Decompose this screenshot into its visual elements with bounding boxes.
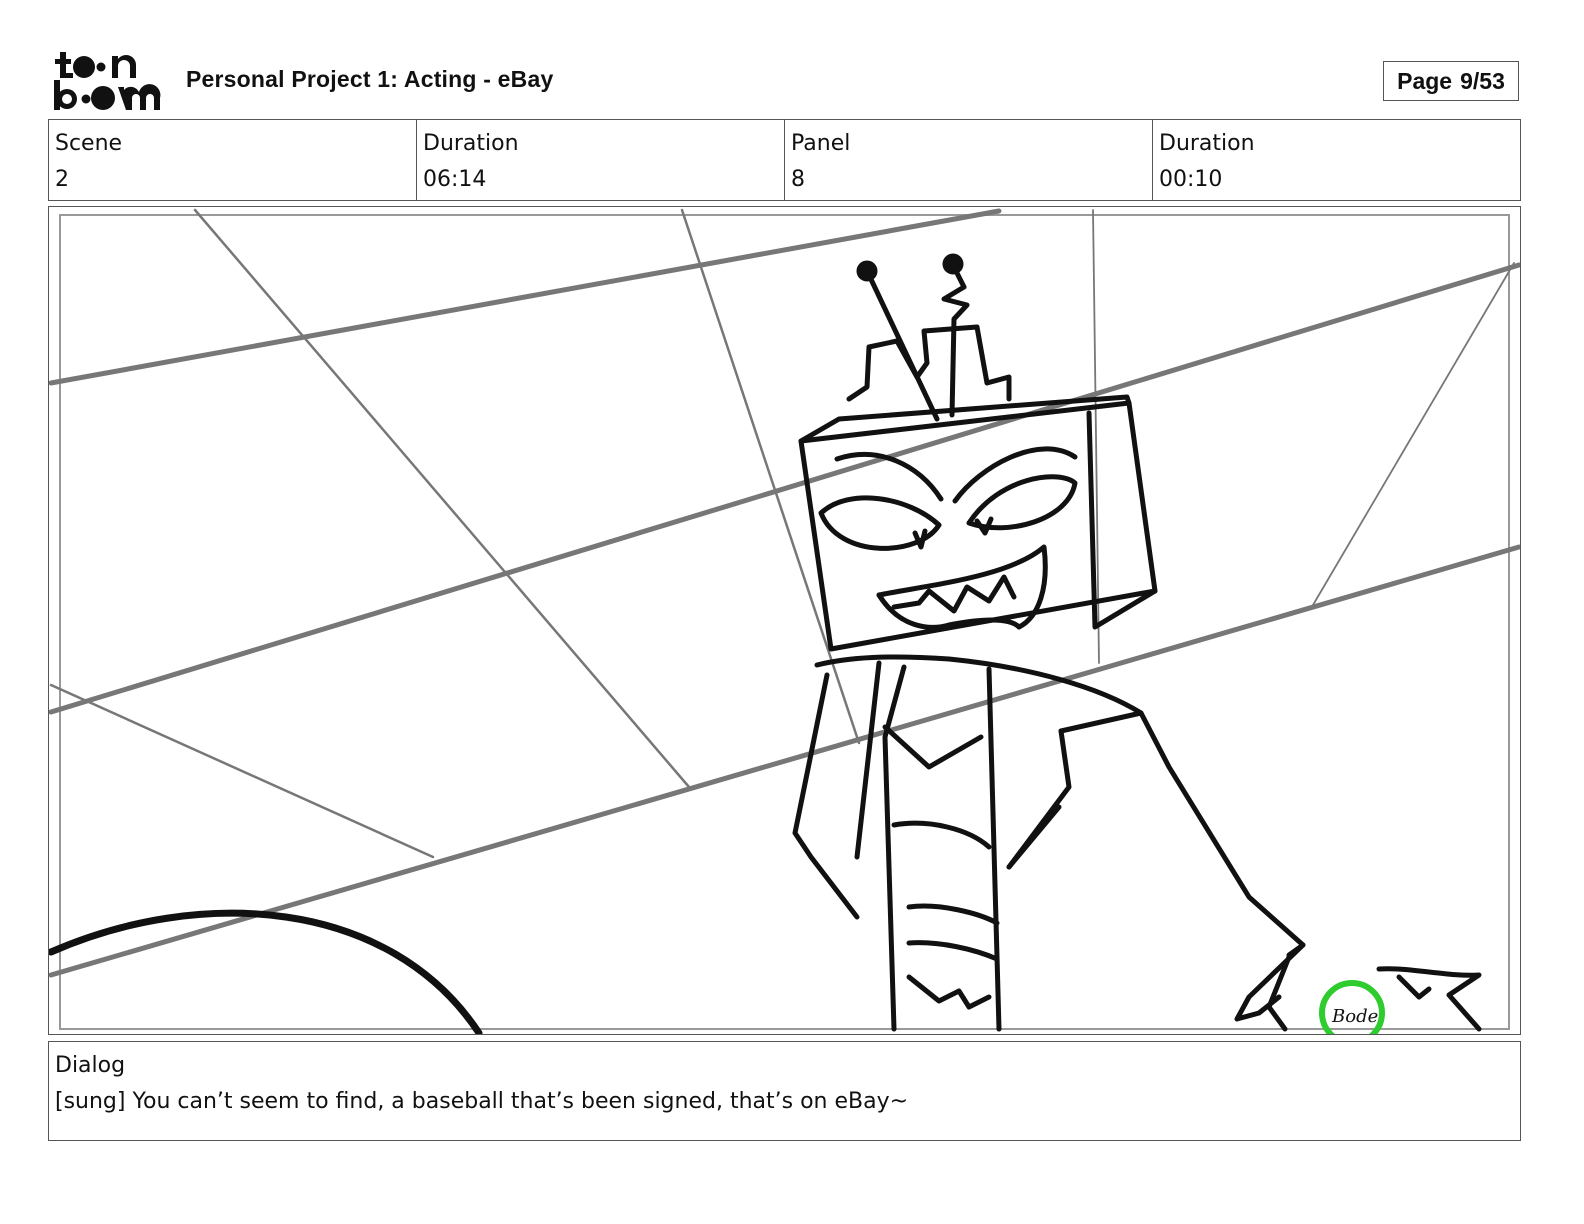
page-label: Page: [1397, 67, 1453, 94]
scene-duration-value: 06:14: [423, 167, 487, 192]
scene-cell: Scene 2: [49, 120, 417, 200]
storyboard-panel-image: Bode: [48, 206, 1521, 1035]
dialog-label: Dialog: [55, 1053, 126, 1078]
page-indicator: Page 9/53: [1383, 61, 1519, 101]
scene-duration-cell: Duration 06:14: [417, 120, 785, 200]
dialog-box: Dialog [sung] You can’t seem to find, a …: [48, 1041, 1521, 1141]
panel-label: Panel: [791, 131, 851, 156]
panel-duration-value: 00:10: [1159, 167, 1223, 192]
ceiling-grid: [49, 208, 1520, 978]
panel-info-table: Scene 2 Duration 06:14 Panel 8 Duration …: [48, 119, 1521, 201]
panel-duration-cell: Duration 00:10: [1153, 120, 1520, 200]
scene-duration-label: Duration: [423, 131, 519, 156]
toonboom-logo: [52, 50, 162, 112]
scene-value: 2: [55, 167, 69, 192]
tv-head-character: [792, 253, 1482, 1032]
foreground-shape: [49, 909, 483, 1034]
toonboom-logo-mark: [54, 52, 161, 110]
panel-duration-label: Duration: [1159, 131, 1255, 156]
page-number: 9/53: [1460, 67, 1505, 94]
document-title: Personal Project 1: Acting - eBay: [186, 66, 554, 92]
dialog-text: [sung] You can’t seem to find, a basebal…: [55, 1089, 909, 1114]
panel-cell: Panel 8: [785, 120, 1153, 200]
scene-label: Scene: [55, 131, 123, 156]
panel-sketch: Bode: [49, 208, 1520, 1034]
panel-value: 8: [791, 167, 805, 192]
signature-text: Bode: [1331, 1006, 1378, 1027]
